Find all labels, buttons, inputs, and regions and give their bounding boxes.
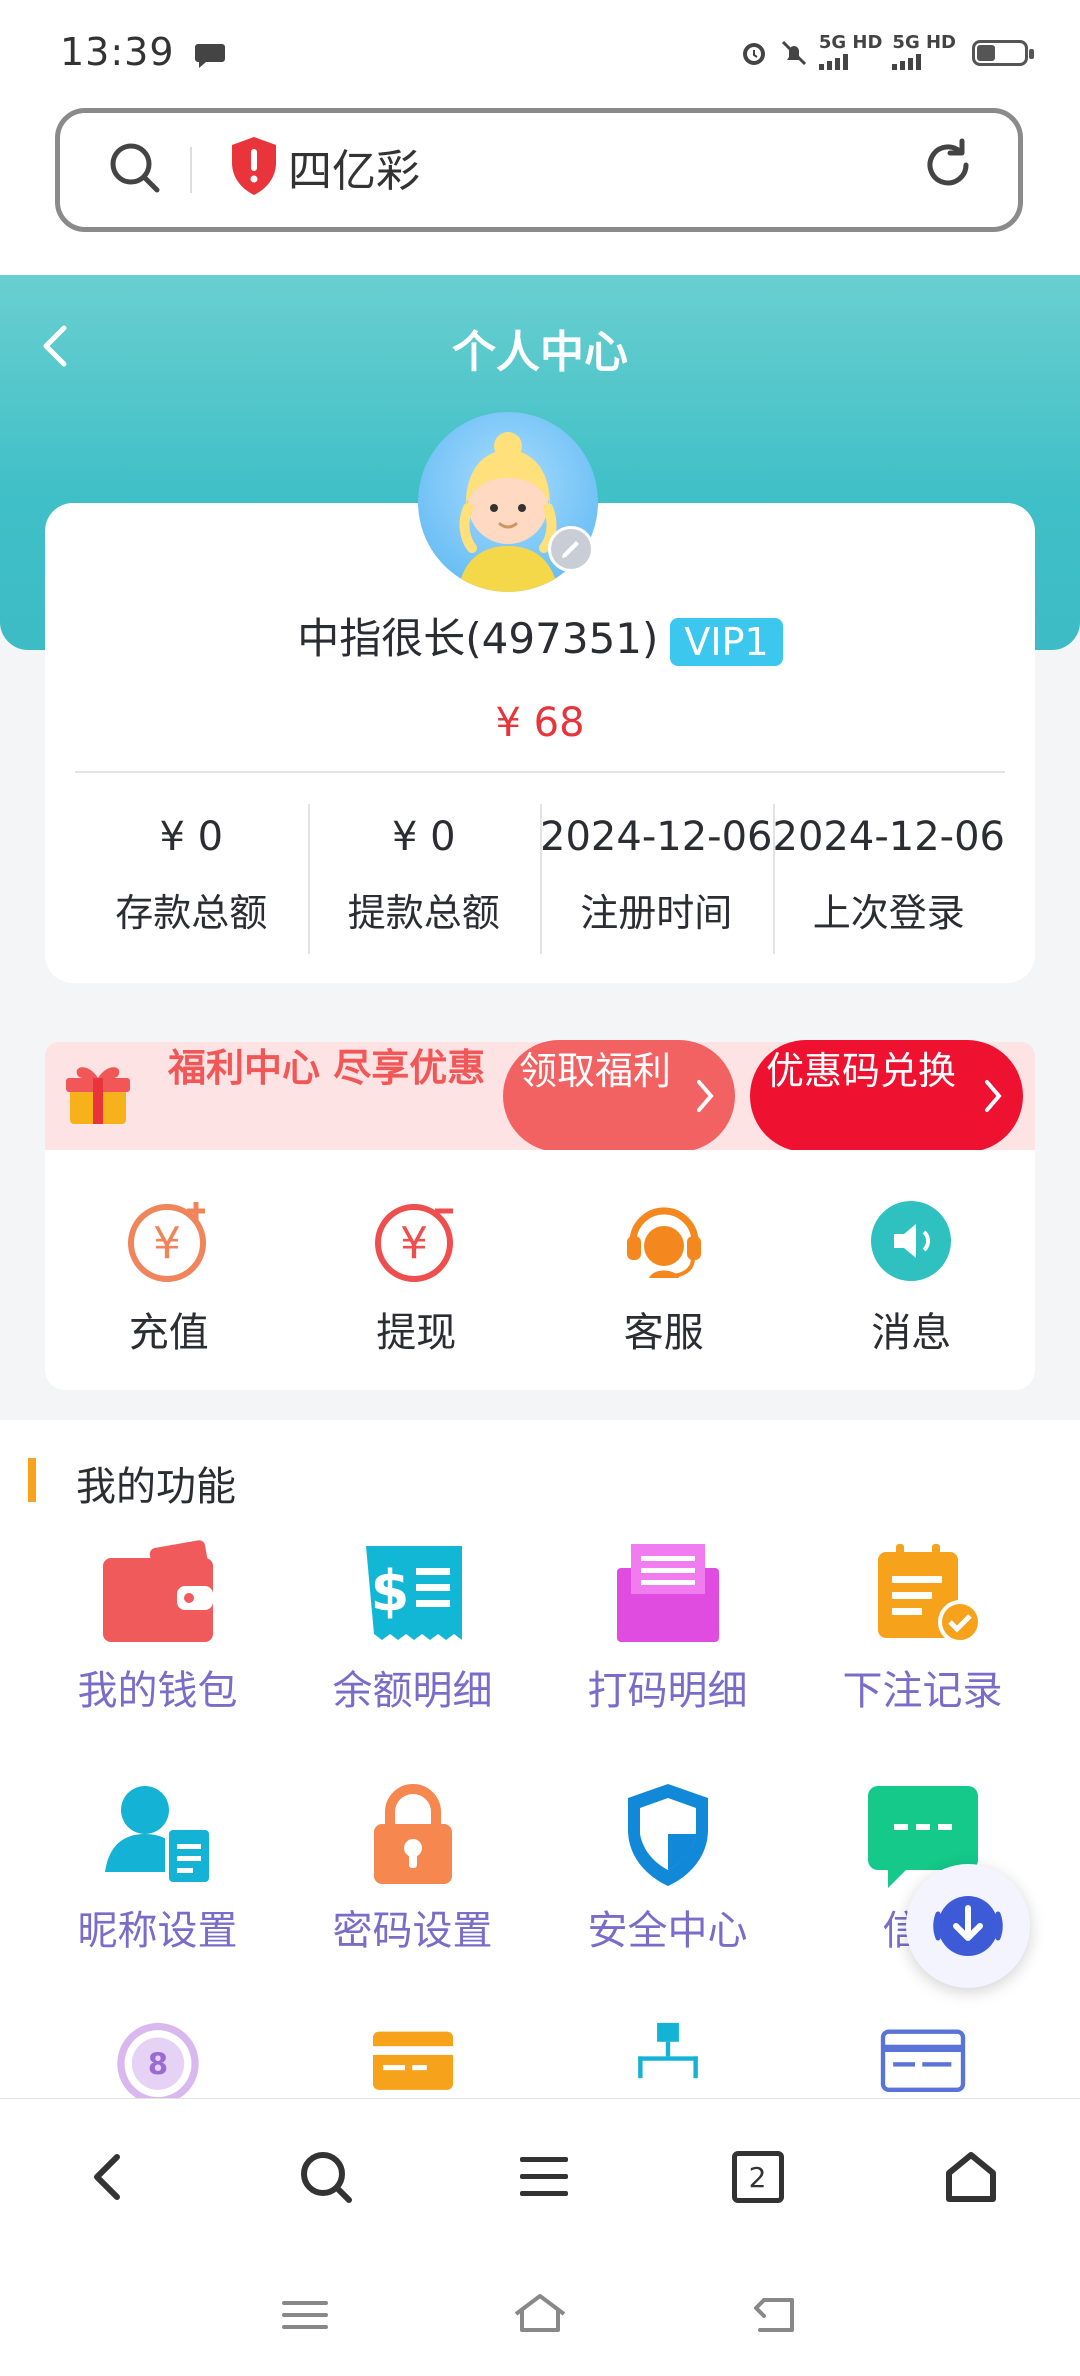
bet-record-icon [877,1544,982,1644]
section-accent [28,1458,36,1502]
gift-icon [66,1067,130,1124]
browser-bottom-nav: 2 [0,2098,1080,2255]
stat-last-login: 2024-12-06 上次登录 [772,800,1006,960]
system-back-icon[interactable] [750,2292,800,2338]
message-button[interactable]: 消息 [788,1150,1036,1390]
welfare-text: 福利中心 尽享优惠 [168,1046,486,1090]
svg-text:8: 8 [147,2047,167,2081]
balance-amount: ¥ 68 [495,700,585,746]
bet-code-icon [616,1544,719,1642]
chat-bubble-icon [194,43,225,68]
wallet-button[interactable]: 我的钱包 [30,1540,285,1716]
claim-welfare-button[interactable]: 领取福利 [503,1040,735,1152]
mute-bell-icon [781,40,806,66]
section-title: 我的功能 [76,1464,236,1510]
chevron-right-icon [697,1080,714,1112]
address-divider [190,147,192,193]
username-row: 中指很长(497351) VIP1 [0,605,1080,666]
nickname-icon [104,1786,213,1886]
search-icon[interactable] [105,138,165,198]
browser-back-icon[interactable] [79,2147,139,2207]
alarm-icon [742,43,765,65]
page-title: 个人中心 [452,327,628,378]
recharge-button[interactable]: ¥ 充值 [45,1150,293,1390]
bet-code-button[interactable]: 打码明细 [540,1540,795,1716]
divider [75,771,1005,773]
customer-service-button[interactable]: 客服 [540,1150,788,1390]
recharge-icon: ¥ [127,1202,206,1282]
signal-2: 5G HD [892,34,956,70]
security-icon [627,1784,708,1886]
org-chart-icon [637,2022,698,2079]
coupon-redeem-button[interactable]: 优惠码兑换 [750,1040,1023,1152]
nickname-settings-button[interactable]: 昵称设置 [30,1780,285,1956]
password-settings-button[interactable]: 密码设置 [285,1780,540,1956]
stat-deposit-total: ¥ 0 存款总额 [115,814,268,935]
function-row3-item-2[interactable] [285,2020,540,2100]
tab-count: 2 [748,2160,767,2194]
battery-icon [972,40,1034,66]
password-icon [373,1784,452,1884]
balance-detail-button[interactable]: $ 余额明细 [285,1540,540,1716]
wallet-icon [102,1540,213,1642]
withdraw-button[interactable]: ¥ 提现 [293,1150,541,1390]
function-row3-item-3[interactable] [540,2020,795,2100]
svg-text:¥: ¥ [153,1218,181,1269]
edit-avatar-icon[interactable] [548,526,594,572]
quick-actions: ¥ 充值 ¥ 提现 客服 消息 [45,1150,1035,1390]
browser-home-icon[interactable] [941,2147,1001,2207]
lottery-ball-icon: 8 [116,2022,199,2100]
system-home-icon[interactable] [510,2292,570,2338]
bank-card-icon [372,2031,453,2090]
balance-detail-icon: $ [365,1546,462,1640]
svg-text:¥: ¥ [400,1218,428,1269]
stat-register-time: 2024-12-06 注册时间 [540,800,773,960]
card-list-icon [880,2029,965,2092]
shield-warning-icon[interactable] [228,135,280,197]
vip-badge: VIP1 [670,617,783,666]
download-icon [933,1896,1003,1956]
status-time: 13:39 [60,30,226,74]
stat-withdraw-total: ¥ 0 提款总额 [307,800,541,960]
message-icon [871,1201,952,1281]
stats-row: ¥ 0 存款总额 ¥ 0 提款总额 2024-12-06 注册时间 2024-12-0… [75,800,1005,960]
reload-icon[interactable] [918,135,978,195]
address-bar[interactable]: 四亿彩 [55,108,1023,232]
function-row3-item-1[interactable]: 8 [30,2020,285,2100]
browser-tabs-button[interactable]: 2 [731,2151,784,2203]
chevron-right-icon [985,1080,1002,1112]
system-nav-bar [0,2254,1080,2376]
download-float-button[interactable] [906,1864,1030,1988]
svg-text:$: $ [370,1559,409,1624]
browser-menu-icon[interactable] [514,2147,574,2207]
security-center-button[interactable]: 安全中心 [540,1780,795,1956]
address-text[interactable]: 四亿彩 [288,135,420,199]
username: 中指很长(497351) [297,614,659,663]
withdraw-icon: ¥ [375,1204,454,1282]
functions-panel [0,1420,1080,2100]
browser-search-icon[interactable] [296,2147,356,2207]
status-icons: 5G HD 5G HD [739,34,1034,70]
function-row3-item-4[interactable] [795,2020,1050,2100]
bet-record-button[interactable]: 下注记录 [795,1540,1050,1716]
signal-1: 5G HD [818,34,882,70]
system-menu-icon[interactable] [280,2295,330,2335]
customer-service-icon [626,1207,701,1278]
